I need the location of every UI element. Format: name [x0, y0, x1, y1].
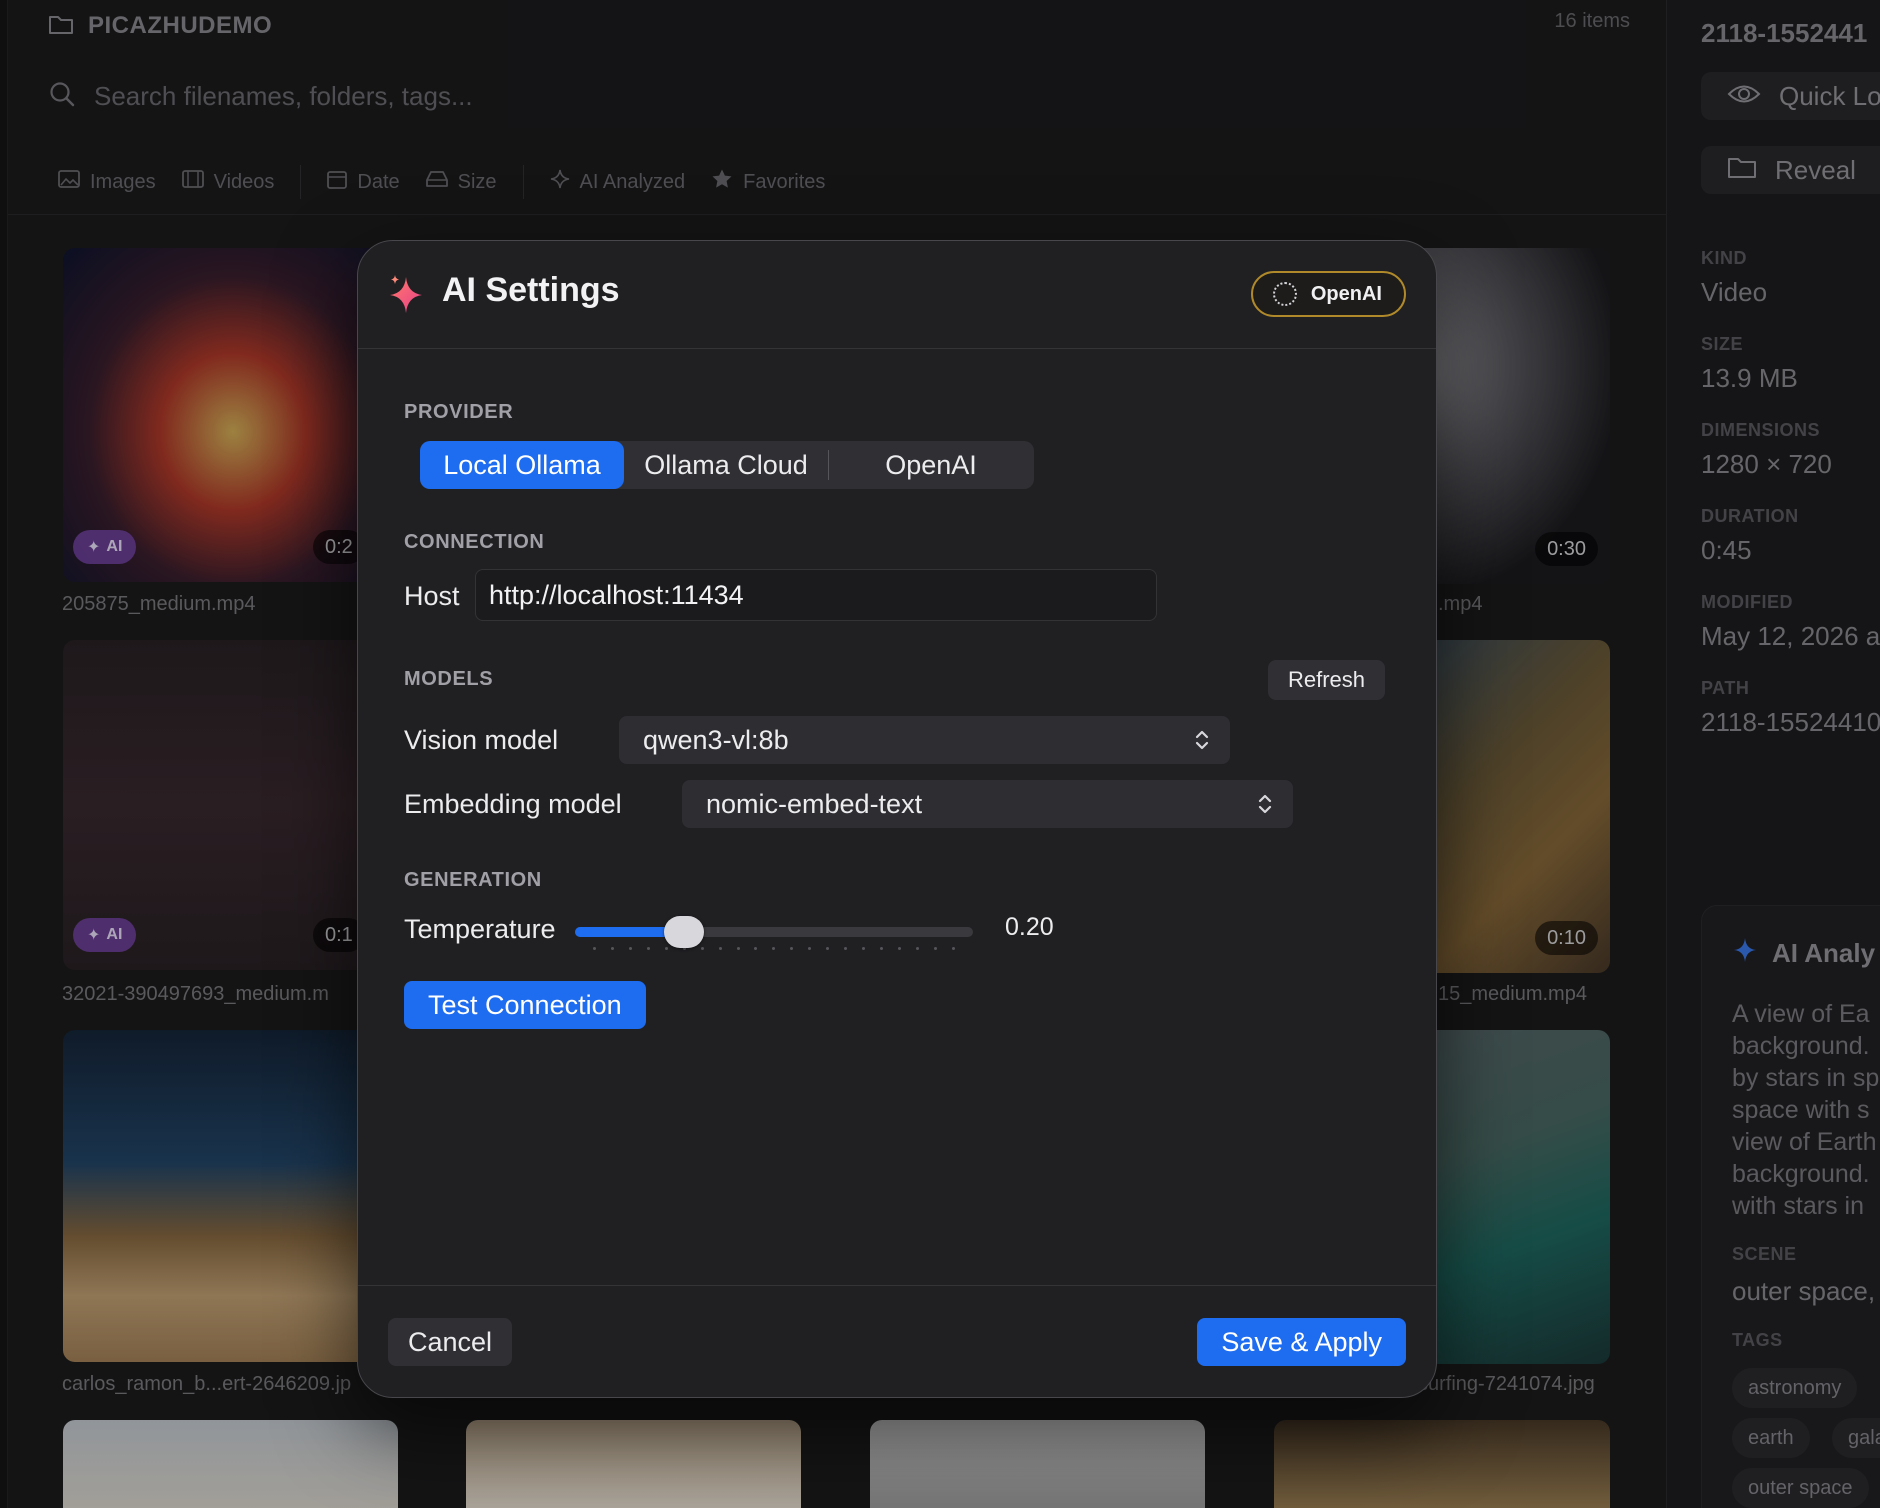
slider-ticks — [593, 947, 955, 953]
embedding-model-label: Embedding model — [404, 789, 622, 819]
provider-section-label: PROVIDER — [404, 401, 514, 423]
save-apply-button[interactable]: Save & Apply — [1197, 1318, 1406, 1366]
slider-tick — [826, 947, 830, 950]
provider-option-openai[interactable]: OpenAI — [829, 441, 1033, 489]
loading-spinner-icon — [1272, 282, 1297, 306]
provider-option-local-ollama[interactable]: Local Ollama — [420, 441, 624, 489]
refresh-models-button[interactable]: Refresh — [1268, 660, 1386, 700]
slider-tick — [593, 947, 596, 950]
test-connection-button[interactable]: Test Connection — [404, 981, 646, 1029]
slider-tick — [700, 947, 704, 950]
generation-section-label: GENERATION — [404, 869, 542, 891]
temperature-slider[interactable] — [575, 913, 973, 953]
slider-tick — [897, 947, 901, 950]
active-provider-pill: OpenAI — [1250, 271, 1406, 317]
footer-divider — [358, 1285, 1436, 1286]
slider-tick — [933, 947, 937, 950]
host-label: Host — [404, 581, 460, 611]
slider-tick — [790, 947, 794, 950]
temperature-label: Temperature — [404, 914, 556, 944]
slider-tick — [808, 947, 812, 950]
embedding-model-select[interactable]: nomic-embed-text — [682, 780, 1293, 828]
temperature-value: 0.20 — [1005, 913, 1054, 941]
host-input[interactable] — [475, 569, 1157, 621]
models-section-label: MODELS — [404, 668, 494, 690]
ai-settings-dialog: AI Settings OpenAI PROVIDER Local Ollama… — [357, 240, 1437, 1398]
connection-section-label: CONNECTION — [404, 531, 545, 553]
active-provider-label: OpenAI — [1310, 282, 1382, 305]
slider-tick — [664, 947, 668, 950]
chevron-updown-icon — [1194, 728, 1210, 759]
provider-option-ollama-cloud[interactable]: Ollama Cloud — [624, 441, 828, 489]
slider-tick — [915, 947, 919, 950]
slider-tick — [772, 947, 776, 950]
sparkle-icon — [388, 273, 424, 320]
vision-model-select[interactable]: qwen3-vl:8b — [619, 716, 1230, 764]
vision-model-value: qwen3-vl:8b — [643, 724, 789, 755]
dialog-header: AI Settings OpenAI — [358, 241, 1436, 349]
cancel-button[interactable]: Cancel — [388, 1318, 513, 1366]
dialog-title: AI Settings — [442, 271, 620, 309]
slider-tick — [718, 947, 722, 950]
embedding-model-value: nomic-embed-text — [706, 788, 923, 819]
slider-tick — [646, 947, 650, 950]
slider-thumb[interactable] — [663, 916, 704, 948]
slider-tick — [862, 947, 866, 950]
slider-tick — [628, 947, 632, 950]
slider-tick — [736, 947, 740, 950]
provider-segmented-control: Local Ollama Ollama Cloud OpenAI — [420, 441, 1034, 489]
slider-tick — [754, 947, 758, 950]
chevron-updown-icon — [1257, 792, 1273, 823]
vision-model-label: Vision model — [404, 725, 559, 755]
slider-tick — [951, 947, 955, 950]
slider-tick — [610, 947, 614, 950]
slider-tick — [844, 947, 848, 950]
slider-tick — [880, 947, 883, 950]
